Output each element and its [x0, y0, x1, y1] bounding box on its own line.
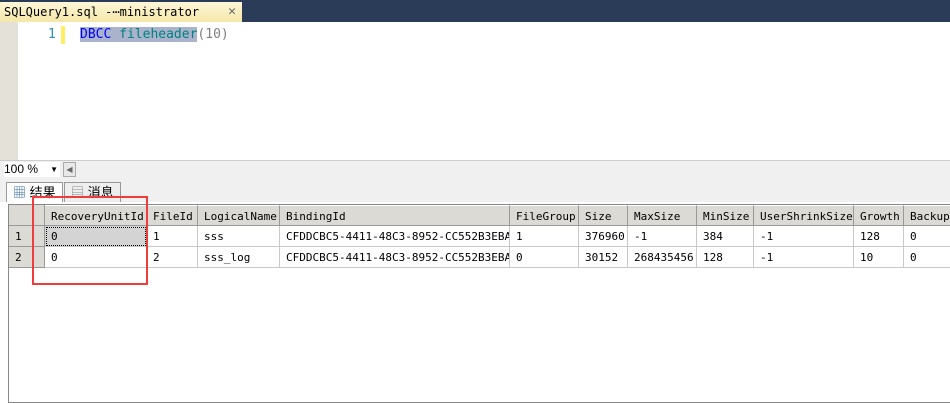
- grid-cell[interactable]: -1: [628, 226, 697, 247]
- function-name: fileheader: [119, 27, 198, 42]
- column-header[interactable]: FileGroup: [510, 205, 579, 226]
- grid-cell[interactable]: 0: [904, 226, 950, 247]
- column-header[interactable]: BackupL: [904, 205, 950, 226]
- grid-cell[interactable]: -1: [754, 226, 854, 247]
- grid-cell[interactable]: 268435456: [628, 247, 697, 268]
- grid-cell[interactable]: 128: [697, 247, 754, 268]
- close-icon[interactable]: ✕: [228, 2, 236, 22]
- zoom-value: 100 %: [4, 162, 39, 176]
- keyword: DBCC: [80, 27, 112, 42]
- column-header[interactable]: LogicalName: [198, 205, 280, 226]
- editor-gutter: [0, 22, 18, 160]
- grid-cell[interactable]: 376960: [579, 226, 628, 247]
- results-grid[interactable]: RecoveryUnitId FileId LogicalName BindingId…: [8, 204, 950, 403]
- grid-cell[interactable]: 1: [147, 226, 198, 247]
- args: (10): [197, 27, 229, 42]
- grid-cell[interactable]: 0: [904, 247, 950, 268]
- grid-cell[interactable]: CFDDCBC5-4411-48C3-8952-CC552B3EBA76: [280, 226, 510, 247]
- column-header[interactable]: BindingId: [280, 205, 510, 226]
- grid-cell[interactable]: 384: [697, 226, 754, 247]
- grid-cell[interactable]: 30152: [579, 247, 628, 268]
- column-header[interactable]: MinSize: [697, 205, 754, 226]
- document-tab-bar: SQLQuery1.sql -⋯ministrator (60))*✕: [0, 0, 950, 39]
- query-tab[interactable]: SQLQuery1.sql -⋯ministrator (60))*✕: [0, 2, 242, 39]
- query-editor[interactable]: 1 DBCC fileheader(10): [0, 22, 950, 160]
- column-header[interactable]: FileId: [147, 205, 198, 226]
- grid-cell[interactable]: -1: [754, 247, 854, 268]
- zoom-bar: 100 % ▼ ◀: [0, 160, 950, 179]
- scroll-left-button[interactable]: ◀: [63, 162, 76, 177]
- grid-cell[interactable]: CFDDCBC5-4411-48C3-8952-CC552B3EBA76: [280, 247, 510, 268]
- grid-icon: ▦: [13, 185, 27, 200]
- change-marker: [61, 26, 65, 44]
- grid-cell[interactable]: 1: [510, 226, 579, 247]
- grid-cell[interactable]: 2: [147, 247, 198, 268]
- grid-cell[interactable]: 0: [510, 247, 579, 268]
- column-header[interactable]: Size: [579, 205, 628, 226]
- grid-cell[interactable]: sss_log: [198, 247, 280, 268]
- highlight-box: [32, 196, 148, 285]
- line-number: 1: [48, 27, 56, 42]
- grid-cell[interactable]: 10: [854, 247, 904, 268]
- chevron-down-icon: ▼: [50, 165, 58, 174]
- code-line: DBCC fileheader(10): [80, 27, 229, 42]
- grid-cell[interactable]: 128: [854, 226, 904, 247]
- column-header[interactable]: MaxSize: [628, 205, 697, 226]
- grid-cell[interactable]: sss: [198, 226, 280, 247]
- zoom-select[interactable]: 100 % ▼: [4, 162, 60, 177]
- column-header[interactable]: Growth: [854, 205, 904, 226]
- column-header[interactable]: UserShrinkSize: [754, 205, 854, 226]
